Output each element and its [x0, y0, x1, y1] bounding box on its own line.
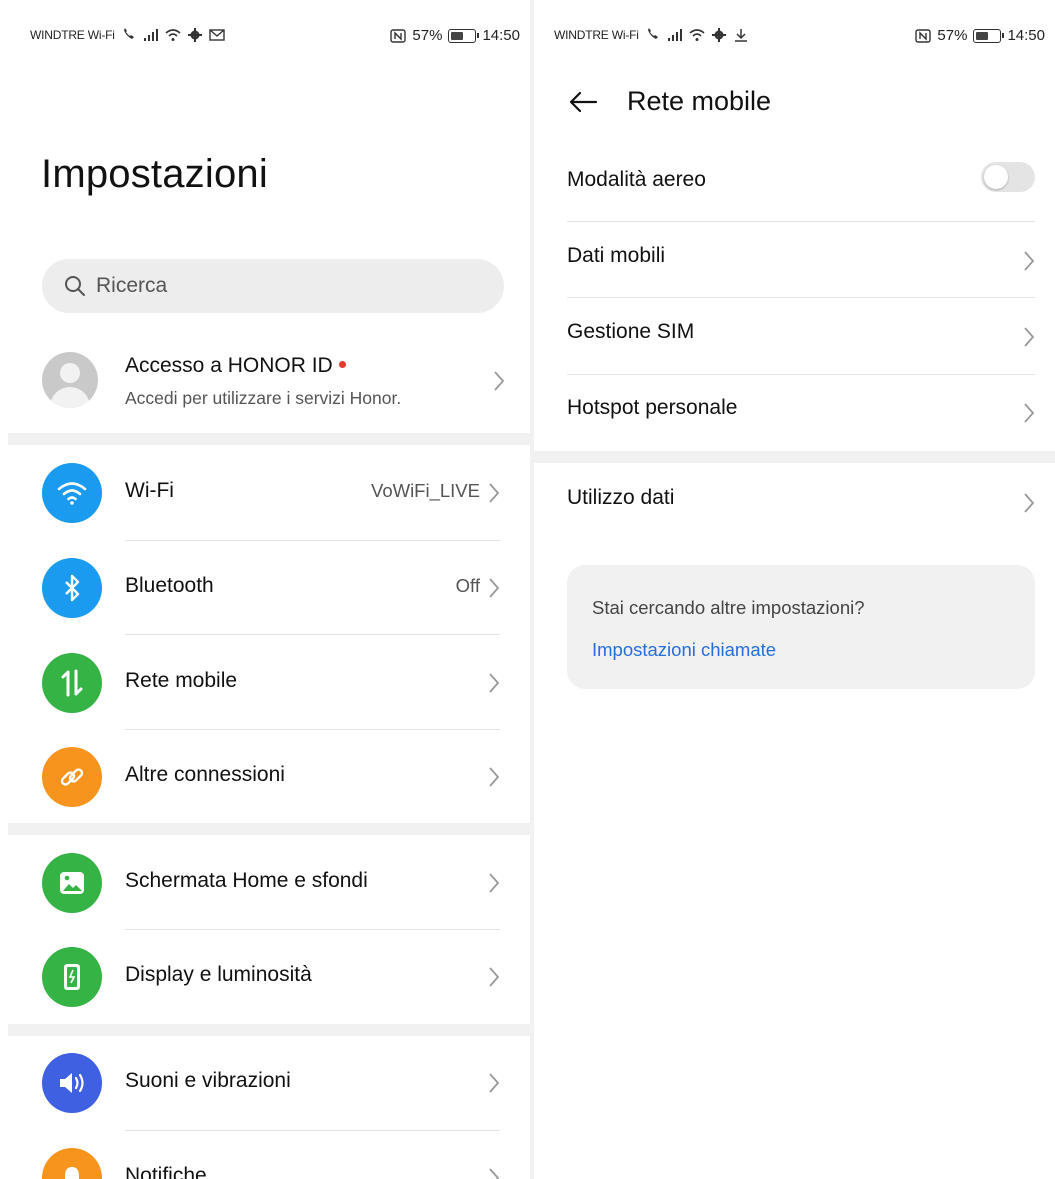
bell-icon	[42, 1148, 102, 1179]
settings-item-bluetooth[interactable]: Bluetooth Off	[8, 541, 530, 635]
row-divider	[125, 634, 500, 635]
chevron-right-icon	[489, 673, 500, 693]
mobile-data-icon	[42, 653, 102, 713]
settings-item-notifiche[interactable]: Notifiche	[8, 1131, 530, 1179]
settings-item-label: Wi-Fi	[125, 479, 174, 502]
settings-item-wifi[interactable]: Wi-Fi VoWiFi_LIVE	[8, 446, 530, 540]
chevron-right-icon	[489, 578, 500, 598]
settings-item-label: Altre connessioni	[125, 763, 285, 786]
settings-item-rete-mobile[interactable]: Rete mobile	[8, 636, 530, 730]
wifi-network-name: VoWiFi_LIVE	[371, 480, 480, 501]
row-label: Gestione SIM	[567, 320, 695, 343]
bluetooth-state: Off	[455, 575, 480, 596]
honor-id-account-row[interactable]: Accesso a HONOR ID Accedi per utilizzare…	[42, 348, 512, 412]
chevron-right-icon	[489, 873, 500, 893]
account-subtitle: Accedi per utilizzare i servizi Honor.	[125, 388, 402, 408]
row-label: Dati mobili	[567, 244, 666, 267]
nfc-icon	[915, 28, 932, 43]
section-divider	[534, 451, 1055, 463]
brightness-icon	[42, 947, 102, 1007]
settings-item-label: Rete mobile	[125, 669, 238, 692]
wifi-calling-icon	[647, 28, 658, 39]
settings-item-schermata-home[interactable]: Schermata Home e sfondi	[8, 836, 530, 930]
section-divider	[8, 823, 530, 835]
chevron-right-icon	[489, 767, 500, 787]
settings-item-label: Suoni e vibrazioni	[125, 1069, 291, 1092]
speaker-icon	[42, 1053, 102, 1113]
chevron-right-icon	[494, 371, 505, 391]
chevron-right-icon	[1024, 403, 1035, 423]
chevron-right-icon	[489, 483, 500, 503]
chevron-right-icon	[1024, 493, 1035, 513]
battery-icon	[973, 28, 1005, 43]
suggestion-question: Stai cercando altre impostazioni?	[592, 597, 865, 618]
mail-icon	[209, 29, 225, 41]
search-icon	[65, 276, 85, 296]
clock: 14:50	[482, 27, 520, 44]
airplane-mode-toggle[interactable]	[981, 162, 1035, 192]
search-input[interactable]: Ricerca	[42, 259, 504, 313]
section-divider	[8, 1024, 530, 1036]
account-title: Accesso a HONOR ID	[125, 354, 346, 378]
download-icon	[734, 29, 747, 42]
hotspot-row[interactable]: Hotspot personale	[567, 374, 1035, 450]
airplane-mode-row[interactable]: Modalità aereo	[567, 146, 1035, 222]
wifi-status-icon	[689, 29, 705, 41]
chevron-right-icon	[1024, 327, 1035, 347]
search-placeholder: Ricerca	[96, 274, 168, 297]
settings-item-display[interactable]: Display e luminosità	[8, 930, 530, 1024]
rete-mobile-screen: WINDTRE Wi-Fi 57% 14:50 Rete mobile Moda…	[534, 0, 1055, 1179]
gear-icon	[187, 28, 202, 42]
section-divider	[8, 433, 530, 445]
settings-screen: WINDTRE Wi-Fi 57% 14:50 Impostazioni Ric…	[8, 0, 530, 1179]
battery-percent: 57%	[412, 27, 443, 44]
carrier-label: WINDTRE Wi-Fi	[30, 28, 115, 42]
row-label: Utilizzo dati	[567, 486, 675, 509]
chevron-right-icon	[489, 1073, 500, 1093]
notification-dot	[338, 360, 346, 368]
settings-item-label: Display e luminosità	[125, 963, 312, 986]
call-settings-link[interactable]: Impostazioni chiamate	[592, 639, 776, 661]
row-label: Hotspot personale	[567, 396, 738, 419]
wifi-status-icon	[165, 29, 181, 41]
sim-management-row[interactable]: Gestione SIM	[567, 298, 1035, 374]
data-usage-row[interactable]: Utilizzo dati	[567, 464, 1035, 540]
battery-icon	[448, 28, 480, 43]
chevron-right-icon	[489, 1168, 500, 1179]
status-bar: WINDTRE Wi-Fi 57% 14:50	[534, 24, 1055, 50]
settings-item-altre-connessioni[interactable]: Altre connessioni	[8, 730, 530, 824]
settings-item-label: Schermata Home e sfondi	[125, 869, 368, 892]
page-title: Impostazioni	[41, 152, 268, 196]
wifi-calling-icon	[123, 28, 134, 39]
settings-item-suoni[interactable]: Suoni e vibrazioni	[8, 1036, 530, 1130]
page-title: Rete mobile	[627, 86, 772, 116]
back-arrow-icon[interactable]	[568, 90, 598, 114]
battery-percent: 57%	[937, 27, 968, 44]
signal-icon	[667, 29, 682, 41]
carrier-label: WINDTRE Wi-Fi	[554, 28, 639, 42]
image-icon	[42, 853, 102, 913]
suggestion-card: Stai cercando altre impostazioni? Impost…	[567, 565, 1035, 689]
clock: 14:50	[1007, 27, 1045, 44]
avatar	[42, 352, 98, 408]
mobile-data-row[interactable]: Dati mobili	[567, 222, 1035, 298]
settings-item-label: Notifiche	[125, 1164, 207, 1179]
row-label: Modalità aereo	[567, 168, 706, 191]
wifi-icon	[42, 463, 102, 523]
gear-icon	[711, 28, 726, 42]
nfc-icon	[390, 28, 407, 43]
settings-item-label: Bluetooth	[125, 574, 214, 597]
status-bar: WINDTRE Wi-Fi 57% 14:50	[8, 24, 530, 50]
bluetooth-icon	[42, 558, 102, 618]
chevron-right-icon	[489, 967, 500, 987]
signal-icon	[143, 29, 158, 41]
chevron-right-icon	[1024, 251, 1035, 271]
link-icon	[42, 747, 102, 807]
